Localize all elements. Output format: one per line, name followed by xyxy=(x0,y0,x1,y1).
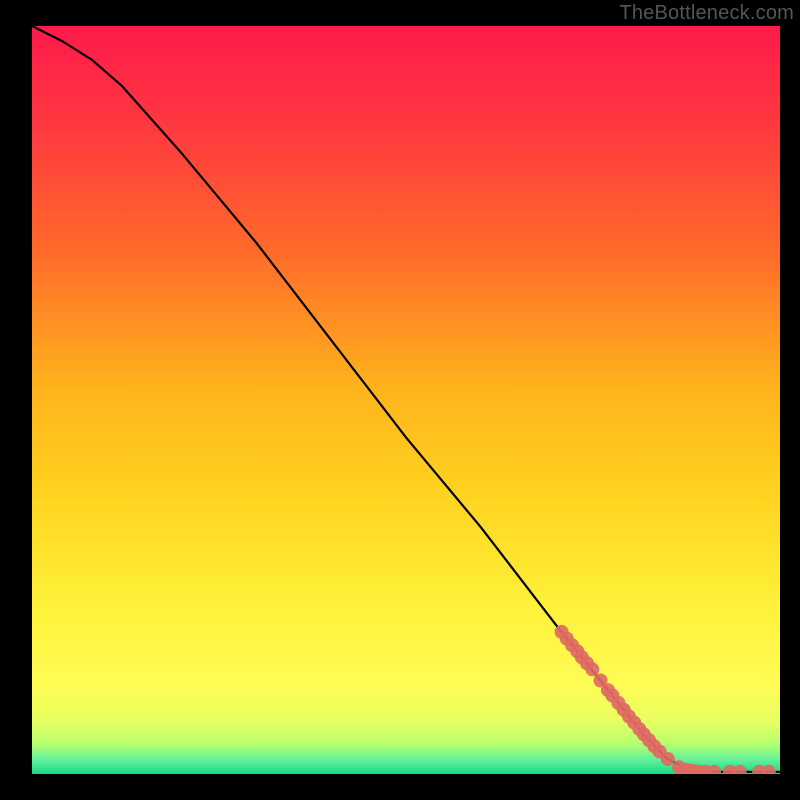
chart-svg xyxy=(32,26,780,774)
chart-plot-area xyxy=(32,26,780,774)
chart-frame: TheBottleneck.com xyxy=(0,0,800,800)
data-point xyxy=(661,752,675,766)
gradient-background xyxy=(32,26,780,774)
watermark-text: TheBottleneck.com xyxy=(619,2,794,25)
data-point xyxy=(585,662,599,676)
